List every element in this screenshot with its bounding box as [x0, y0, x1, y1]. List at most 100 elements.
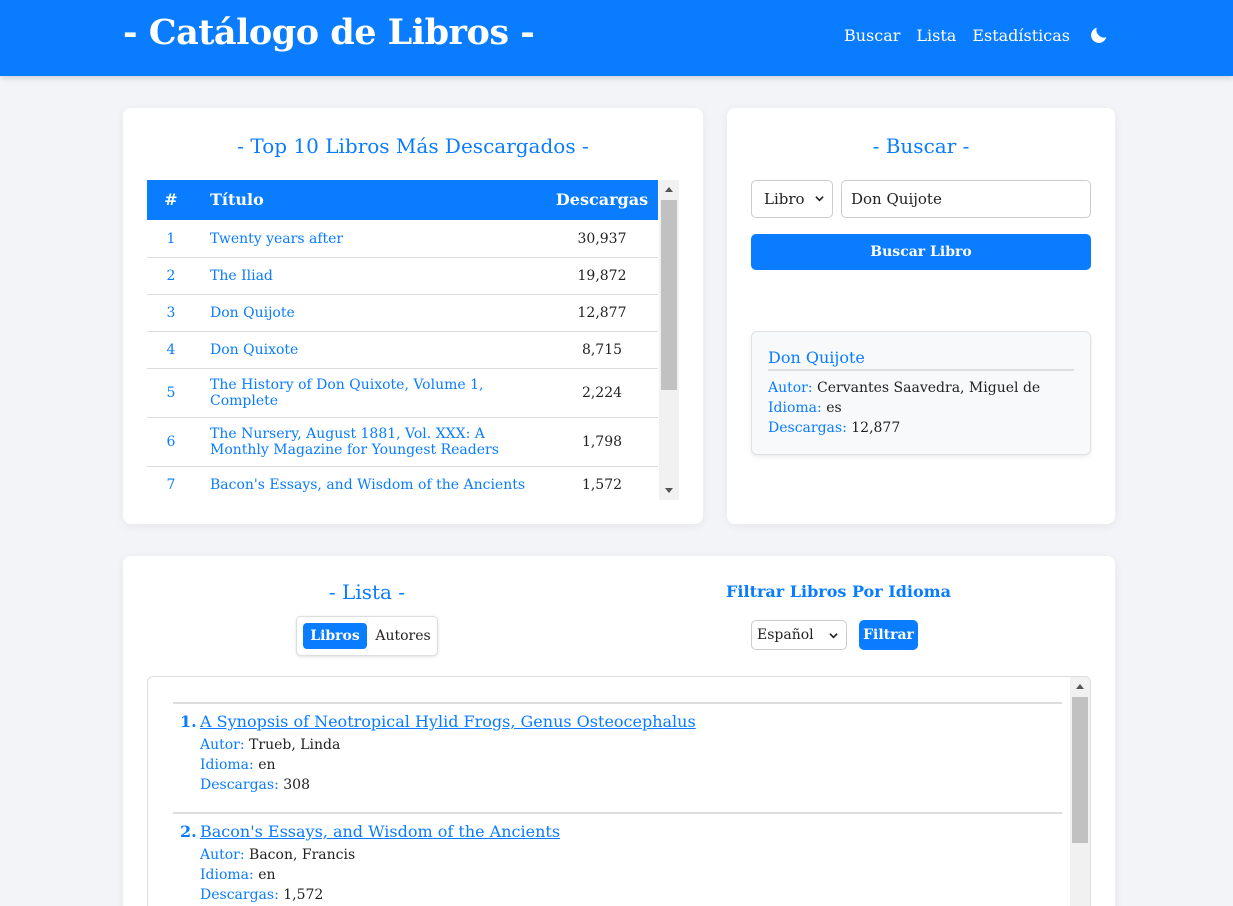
top10-title: - Top 10 Libros Más Descargados - [237, 134, 589, 158]
row-downloads: 19,872 [577, 268, 627, 284]
list-item-author-label: Autor: [200, 847, 245, 863]
top-navbar: - Catálogo de Libros - Buscar Lista Esta… [0, 0, 1233, 76]
table-row: 2 The Iliad 19,872 [147, 258, 658, 295]
table-row: 3 Don Quijote 12,877 [147, 295, 658, 332]
language-select[interactable]: Español [751, 620, 847, 650]
result-author-value: Cervantes Saavedra, Miguel de [817, 380, 1041, 396]
list-item-title-link[interactable]: A Synopsis of Neotropical Hylid Frogs, G… [200, 712, 696, 731]
top10-table-body: 1 Twenty years after 30,937 2 The Iliad … [147, 220, 658, 500]
list-item-author: Autor: Trueb, Linda [200, 737, 340, 753]
row-num: 2 [166, 268, 176, 284]
list-item-language: Idioma: en [200, 867, 276, 883]
search-card: - Buscar - [727, 108, 1115, 524]
search-title: - Buscar - [872, 134, 970, 158]
nav-estadisticas-link[interactable]: Estadísticas [972, 26, 1070, 45]
list-item-downloads-label: Descargas: [200, 887, 279, 903]
row-title-link[interactable]: Twenty years after [210, 231, 540, 247]
brand-title[interactable]: - Catálogo de Libros - [123, 12, 535, 53]
result-downloads: Descargas: 12,877 [768, 420, 900, 436]
result-author-label: Autor: [768, 380, 813, 396]
list-title: - Lista - [328, 580, 406, 604]
list-item-downloads-value: 1,572 [283, 887, 324, 903]
row-title-link[interactable]: Don Quijote [210, 305, 540, 321]
result-language-value: es [826, 400, 842, 416]
row-title-link[interactable]: The Iliad [210, 268, 540, 284]
list-item-language-label: Idioma: [200, 867, 254, 883]
toggle-autores-button[interactable]: Autores [373, 623, 433, 649]
row-downloads: 30,937 [577, 231, 627, 247]
result-language: Idioma: es [768, 400, 842, 416]
row-downloads: 1,572 [581, 477, 623, 493]
search-input[interactable]: Don Quijote [841, 180, 1091, 218]
toggle-libros-button[interactable]: Libros [303, 623, 367, 649]
search-book-button[interactable]: Buscar Libro [751, 234, 1091, 270]
nav-lista-link[interactable]: Lista [916, 26, 956, 45]
list-item-downloads: Descargas: 1,572 [200, 887, 323, 903]
row-downloads: 1,798 [581, 434, 623, 450]
result-downloads-label: Descargas: [768, 420, 847, 436]
col-num-header: # [164, 190, 178, 209]
list-item-downloads: Descargas: 308 [200, 777, 310, 793]
list-item-language: Idioma: en [200, 757, 276, 773]
result-language-label: Idioma: [768, 400, 822, 416]
result-author: Autor: Cervantes Saavedra, Miguel de [768, 380, 1040, 396]
table-row: 4 Don Quixote 8,715 [147, 332, 658, 369]
search-type-select[interactable]: Libro [751, 180, 833, 218]
row-downloads: 12,877 [577, 305, 627, 321]
scrollbar-thumb[interactable] [1072, 697, 1088, 843]
row-title-link[interactable]: The History of Don Quixote, Volume 1, Co… [210, 377, 540, 409]
filter-button[interactable]: Filtrar [859, 620, 918, 650]
search-type-value: Libro [764, 190, 805, 208]
result-downloads-value: 12,877 [851, 420, 901, 436]
search-result-card: Don Quijote Autor: Cervantes Saavedra, M… [751, 331, 1091, 455]
list-item-title-link[interactable]: Bacon's Essays, and Wisdom of the Ancien… [200, 822, 560, 841]
list-item-author-value: Bacon, Francis [249, 847, 356, 863]
list-divider [173, 702, 1062, 704]
table-row: 6 The Nursery, August 1881, Vol. XXX: A … [147, 418, 658, 467]
table-row: 7 Bacon's Essays, and Wisdom of the Anci… [147, 467, 658, 500]
row-num: 5 [166, 385, 176, 401]
result-title-link[interactable]: Don Quijote [768, 348, 1074, 371]
table-row: 5 The History of Don Quixote, Volume 1, … [147, 369, 658, 418]
row-title-link[interactable]: The Nursery, August 1881, Vol. XXX: A Mo… [210, 426, 540, 458]
row-downloads: 8,715 [581, 342, 623, 358]
row-num: 3 [166, 305, 176, 321]
row-downloads: 2,224 [581, 385, 623, 401]
list-item-num: 2. [180, 822, 197, 841]
language-value: Español [757, 627, 814, 643]
scroll-up-icon[interactable] [1076, 684, 1084, 689]
nav-buscar-link[interactable]: Buscar [844, 26, 900, 45]
scroll-up-icon[interactable] [665, 187, 673, 192]
row-num: 7 [166, 477, 176, 493]
row-title-link[interactable]: Bacon's Essays, and Wisdom of the Ancien… [210, 477, 540, 493]
list-divider [173, 812, 1062, 814]
nav-menu: Buscar Lista Estadísticas [828, 24, 1110, 46]
row-num: 4 [166, 342, 176, 358]
scroll-down-icon[interactable] [665, 488, 673, 493]
list-item-author-label: Autor: [200, 737, 245, 753]
filter-title: Filtrar Libros Por Idioma [726, 582, 951, 601]
chevron-down-icon [815, 196, 824, 202]
col-title-header: Título [210, 190, 264, 209]
list-scrollbar[interactable] [1070, 677, 1090, 906]
list-item-language-value: en [258, 867, 276, 883]
list-item-author-value: Trueb, Linda [249, 737, 341, 753]
row-title-link[interactable]: Don Quixote [210, 342, 540, 358]
list-item-downloads-value: 308 [283, 777, 310, 793]
list-item-num: 1. [180, 712, 197, 731]
chevron-down-icon [829, 633, 838, 639]
scrollbar-thumb[interactable] [661, 200, 677, 390]
list-item-language-value: en [258, 757, 276, 773]
list-item-author: Autor: Bacon, Francis [200, 847, 355, 863]
row-num: 1 [166, 231, 176, 247]
list-type-toggle: Libros Autores [296, 616, 438, 656]
table-row: 1 Twenty years after 30,937 [147, 220, 658, 258]
moon-icon[interactable] [1088, 24, 1110, 46]
top10-table-header: # Título Descargas [147, 180, 658, 220]
list-item-language-label: Idioma: [200, 757, 254, 773]
col-downloads-header: Descargas [555, 190, 649, 209]
row-num: 6 [166, 434, 176, 450]
list-item-downloads-label: Descargas: [200, 777, 279, 793]
book-list: 1. A Synopsis of Neotropical Hylid Frogs… [147, 676, 1091, 906]
top10-scrollbar[interactable] [659, 180, 679, 500]
